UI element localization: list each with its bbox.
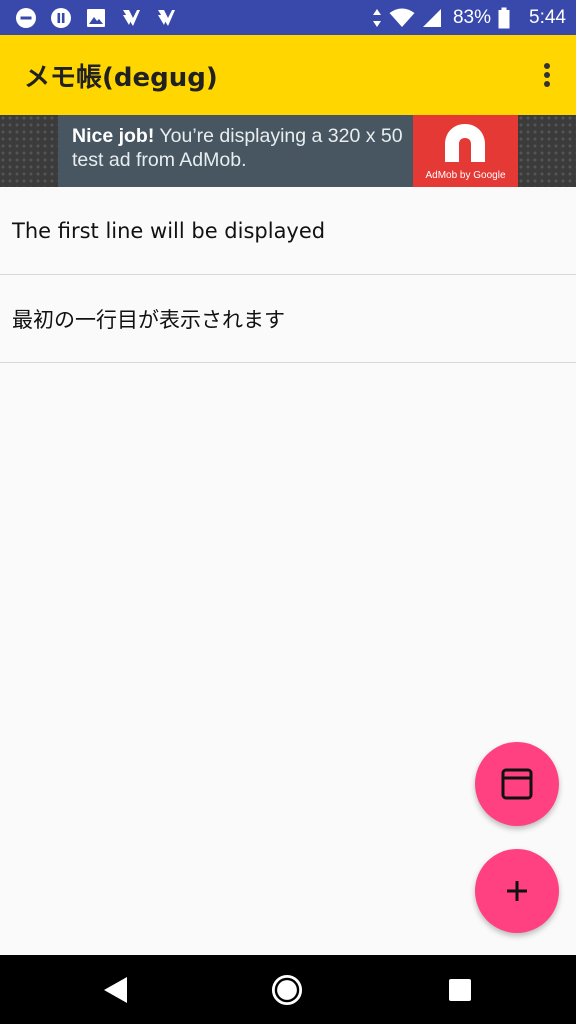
more-vert-icon: [544, 63, 550, 87]
overflow-menu-button[interactable]: [534, 59, 560, 91]
navigation-bar: [0, 955, 576, 1024]
battery-icon: [497, 6, 511, 30]
ad-logo-caption: AdMob by Google: [425, 170, 506, 181]
test-ad-banner[interactable]: Nice job! You’re displaying a 320 x 50 t…: [58, 115, 518, 187]
ad-container: Nice job! You’re displaying a 320 x 50 t…: [0, 115, 576, 187]
admob-logo: AdMob by Google: [413, 115, 518, 187]
home-icon: [271, 974, 303, 1006]
system-icons: 83% 5:44: [371, 0, 566, 35]
ad-message: Nice job! You’re displaying a 320 x 50 t…: [58, 115, 414, 187]
signal-icon: [421, 6, 443, 30]
dnd-icon: [14, 6, 38, 30]
home-button[interactable]: [271, 974, 303, 1006]
memo-text: 最初の一行目が表示されます: [12, 307, 285, 332]
app-notification-icon: [119, 6, 143, 30]
window-icon: [501, 768, 533, 800]
memo-list: The first line will be displayed 最初の一行目が…: [0, 187, 576, 363]
wifi-icon: [389, 6, 415, 30]
app-notification-icon: [154, 6, 178, 30]
app-bar: メモ帳(degug): [0, 35, 576, 115]
memo-text: The first line will be displayed: [12, 218, 326, 243]
admob-icon: [445, 124, 485, 162]
list-item[interactable]: 最初の一行目が表示されます: [0, 275, 576, 363]
add-icon: [507, 881, 527, 901]
notification-icons: [14, 6, 178, 30]
image-icon: [84, 6, 108, 30]
back-icon: [104, 977, 127, 1003]
recents-icon: [449, 979, 471, 1001]
ad-headline: Nice job!: [72, 125, 155, 147]
list-item[interactable]: The first line will be displayed: [0, 187, 576, 275]
back-button[interactable]: [99, 974, 131, 1006]
window-fab-button[interactable]: [475, 742, 559, 826]
add-memo-button[interactable]: [475, 849, 559, 933]
pause-icon: [49, 6, 73, 30]
data-arrows-icon: [371, 6, 383, 30]
clock: 5:44: [529, 6, 566, 28]
status-bar: 83% 5:44: [0, 0, 576, 35]
app-title: メモ帳(degug): [24, 63, 218, 93]
recents-button[interactable]: [444, 974, 476, 1006]
battery-percentage: 83%: [452, 6, 492, 28]
